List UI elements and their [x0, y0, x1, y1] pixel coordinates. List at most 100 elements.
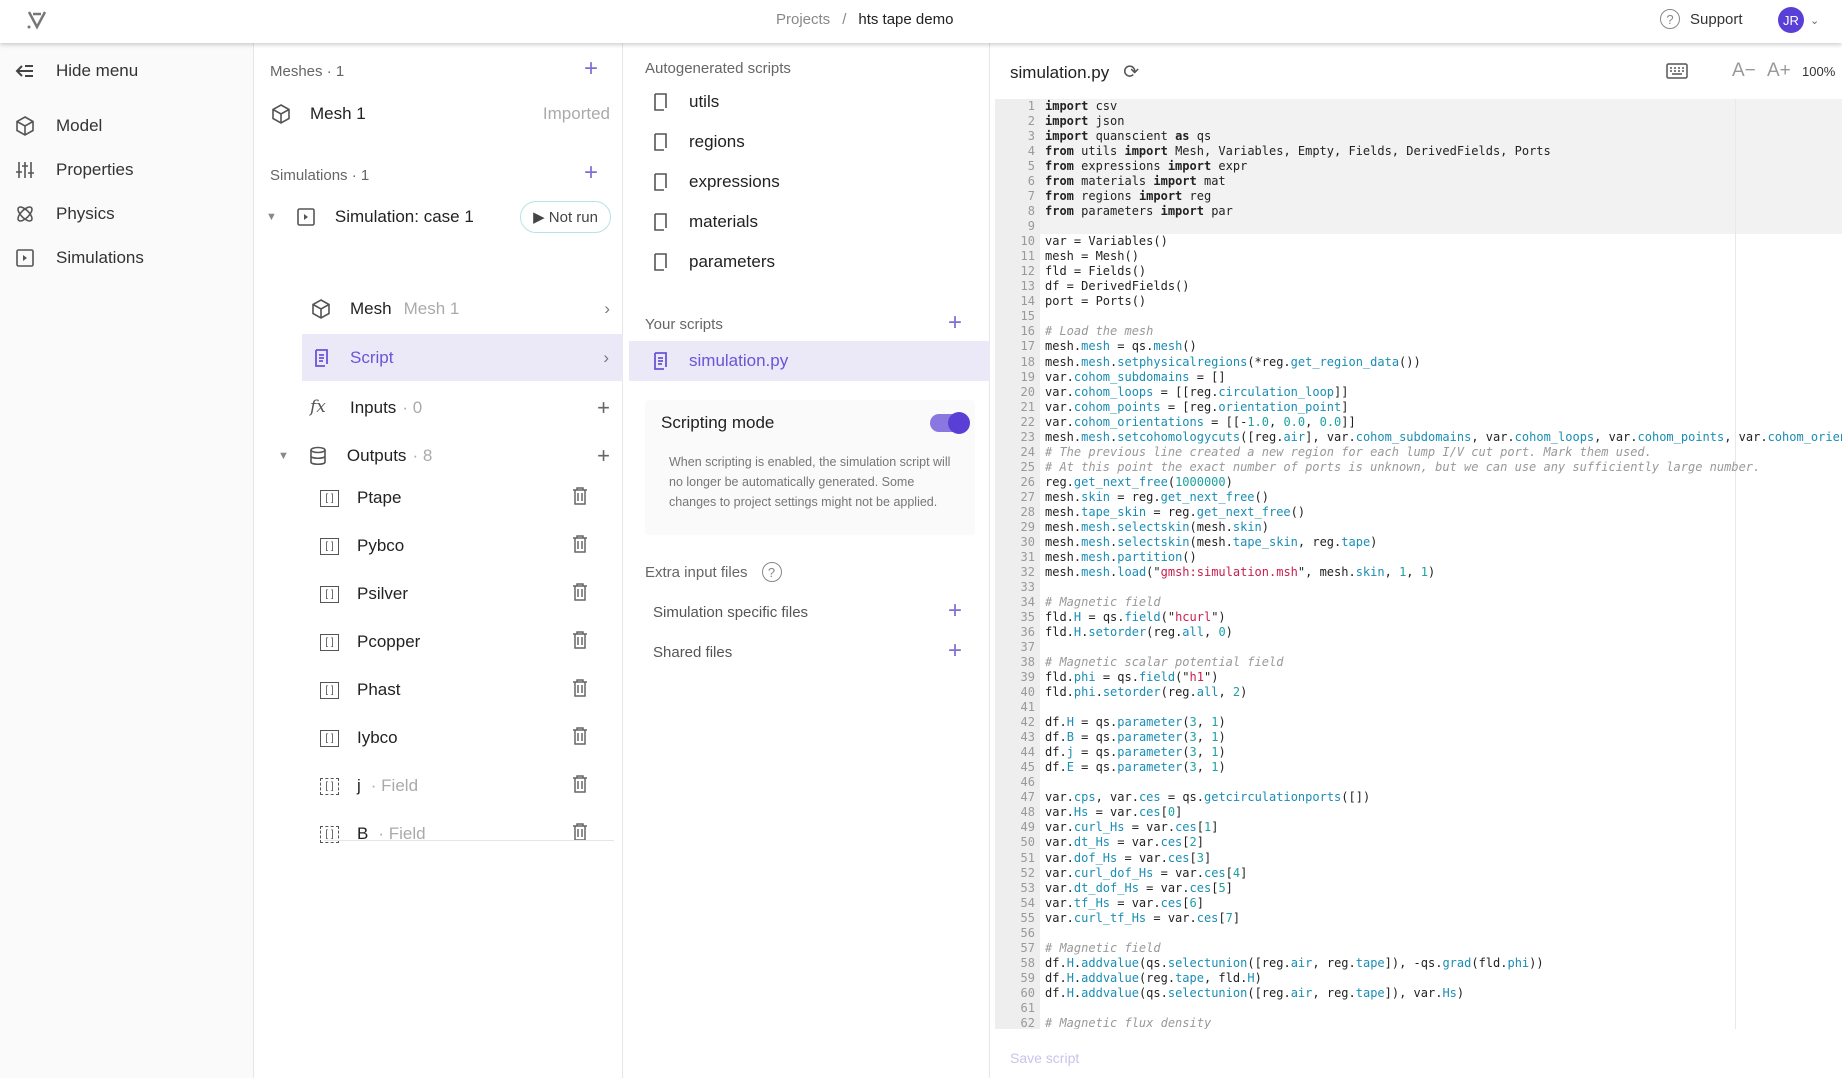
code-line: var.curl_Hs = var.ces[1] [1045, 820, 1219, 835]
output-item[interactable]: [ ] Iybco [320, 726, 610, 750]
code-line: df.H.addvalue(qs.selectunion([reg.air, r… [1045, 985, 1465, 1000]
outputs-item[interactable]: ▼ Outputs · 8 + [278, 443, 610, 469]
chevron-right-icon: › [604, 299, 610, 318]
output-item[interactable]: [ ] Pcopper [320, 630, 610, 654]
output-item[interactable]: [ ] Phast [320, 678, 610, 702]
caret-down-icon[interactable]: ▼ [278, 450, 289, 462]
code-line: # The previous line created a new region… [1045, 444, 1652, 459]
sidebar-item-simulations[interactable]: Simulations [14, 247, 144, 269]
sidebar-item-model[interactable]: Model [14, 115, 102, 137]
sidebar-item-properties[interactable]: Properties [14, 159, 133, 181]
line-number: 1 [1027, 99, 1035, 113]
script-name: materials [689, 212, 758, 231]
code-line: var.curl_dof_Hs = var.ces[4] [1045, 865, 1248, 880]
autogenerated-script-expressions[interactable]: expressions [649, 171, 780, 193]
trash-icon[interactable] [572, 774, 588, 798]
line-number: 56 [1020, 925, 1035, 940]
add-input-button[interactable]: + [597, 395, 610, 421]
line-number: 31 [1020, 549, 1035, 564]
code-line: var.cohom_loops = [[reg.circulation_loop… [1045, 384, 1349, 399]
sidebar-item-physics[interactable]: Physics [14, 203, 115, 225]
add-simulation-button[interactable]: + [584, 161, 598, 185]
code-line: var.cohom_orientations = [[-1.0, 0.0, 0.… [1045, 414, 1356, 429]
code-line: df.j = qs.parameter(3, 1) [1045, 745, 1226, 760]
sim-mesh-item[interactable]: Mesh Mesh 1 › [310, 298, 610, 320]
add-shared-file-button[interactable]: + [948, 639, 962, 663]
autogenerated-script-regions[interactable]: regions [649, 131, 745, 153]
line-number: 39 [1020, 670, 1035, 685]
font-increase-button[interactable]: A+ [1767, 60, 1791, 82]
simulation-item[interactable]: ▼ Simulation: case 1 ▶ Not run [266, 201, 611, 233]
output-item[interactable]: [ ] B · Field [320, 822, 610, 846]
help-icon[interactable]: ? [761, 562, 782, 582]
script-name: utils [689, 92, 720, 111]
atom-icon [17, 206, 33, 222]
script-icon [654, 173, 667, 191]
add-script-button[interactable]: + [948, 311, 962, 335]
caret-down-icon[interactable]: ▼ [266, 211, 277, 223]
scripting-mode-toggle[interactable] [930, 412, 970, 434]
line-number: 50 [1020, 835, 1035, 850]
script-item[interactable]: Script › [302, 334, 623, 381]
output-name: Iybco [357, 728, 398, 747]
breadcrumb-projects[interactable]: Projects [776, 11, 830, 28]
add-mesh-button[interactable]: + [584, 57, 598, 81]
line-number: 54 [1020, 895, 1035, 910]
code-line: var.cohom_points = [reg.orientation_poin… [1045, 399, 1349, 414]
script-icon [654, 213, 667, 231]
user-menu[interactable]: JR ⌄ [1778, 7, 1819, 33]
line-number: 3 [1027, 129, 1035, 144]
hide-menu-button[interactable]: Hide menu [14, 60, 138, 82]
line-number: 12 [1020, 264, 1035, 279]
script-file-simulation[interactable]: simulation.py [629, 341, 990, 381]
code-line: # Load the mesh [1045, 324, 1154, 339]
bracket-icon: [ ] [320, 729, 339, 747]
line-number: 62 [1020, 1015, 1035, 1029]
logo-icon[interactable] [26, 9, 48, 31]
line-number: 32 [1020, 564, 1035, 579]
output-name: Phast [357, 680, 401, 699]
output-item[interactable]: [ ] Pybco [320, 534, 610, 558]
output-item[interactable]: [ ] j · Field [320, 774, 610, 798]
save-script-button[interactable]: Save script [1010, 1050, 1079, 1066]
code-line: # Magnetic flux density [1045, 1015, 1212, 1029]
trash-icon[interactable] [572, 726, 588, 750]
run-status-button[interactable]: ▶ Not run [520, 201, 611, 233]
line-number: 28 [1020, 504, 1035, 519]
output-item[interactable]: [ ] Psilver [320, 582, 610, 606]
script-icon [654, 133, 667, 151]
code-area[interactable]: 1 import csv 2 import json 3 import quanscien… [995, 99, 1842, 1029]
scripting-mode-label: Scripting mode [661, 413, 775, 432]
function-icon: fx [310, 397, 326, 417]
script-name: parameters [689, 252, 775, 271]
autogenerated-script-parameters[interactable]: parameters [649, 251, 775, 273]
keyboard-icon[interactable] [1666, 63, 1688, 79]
line-number: 41 [1020, 700, 1035, 715]
inputs-item[interactable]: fx Inputs · 0 + [310, 395, 610, 421]
trash-icon[interactable] [572, 678, 588, 702]
trash-icon[interactable] [572, 534, 588, 558]
code-line: # Magnetic field [1045, 940, 1161, 955]
add-output-button[interactable]: + [597, 443, 610, 469]
trash-icon[interactable] [572, 822, 588, 846]
trash-icon[interactable] [572, 582, 588, 606]
refresh-icon[interactable]: ⟳ [1123, 61, 1139, 84]
support-link[interactable]: ? Support [1660, 9, 1743, 29]
line-number: 44 [1020, 745, 1035, 760]
mesh-item[interactable]: Mesh 1 Imported [270, 103, 610, 125]
autogenerated-script-materials[interactable]: materials [649, 211, 758, 233]
font-decrease-button[interactable]: A− [1732, 60, 1756, 82]
trash-icon[interactable] [572, 486, 588, 510]
breadcrumb: Projects / hts tape demo [776, 11, 953, 28]
cube-icon [312, 299, 330, 319]
code-line: from materials import mat [1045, 174, 1226, 189]
add-specific-file-button[interactable]: + [948, 599, 962, 623]
code-line: mesh.mesh.setphysicalregions(*reg.get_re… [1045, 354, 1421, 369]
code-line: var.dt_Hs = var.ces[2] [1045, 835, 1204, 850]
line-number: 21 [1020, 399, 1035, 414]
scripting-mode-card: Scripting mode When scripting is enabled… [645, 400, 975, 535]
output-item[interactable]: [ ] Ptape [320, 486, 610, 510]
autogenerated-script-utils[interactable]: utils [649, 91, 719, 113]
trash-icon[interactable] [572, 630, 588, 654]
line-number: 33 [1020, 579, 1035, 594]
